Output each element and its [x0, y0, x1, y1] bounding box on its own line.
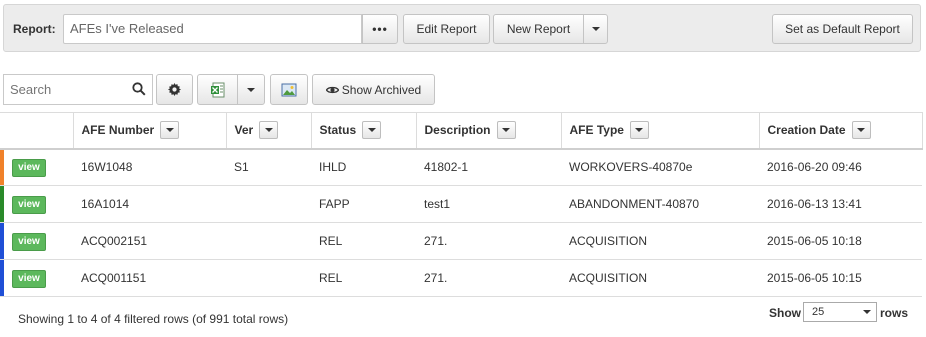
table-row: view 16A1014 FAPP test1 ABANDONMENT-4087… [0, 185, 922, 223]
view-button[interactable]: view [12, 195, 46, 214]
column-header-ver: Ver [226, 112, 312, 150]
row-actions-cell: view [0, 185, 73, 223]
report-browse-button[interactable]: ••• [362, 14, 398, 44]
description-cell: 271. [416, 259, 561, 297]
status-cell: IHLD [311, 148, 416, 186]
afe-number-cell: ACQ001151 [73, 259, 226, 297]
show-archived-button[interactable]: Show Archived [312, 74, 435, 105]
column-header-creation-date: Creation Date [759, 112, 923, 150]
column-menu-button[interactable] [160, 121, 180, 140]
creation-date-cell: 2015-06-05 10:18 [759, 222, 922, 260]
gear-icon [168, 83, 181, 96]
export-dropdown-button[interactable] [237, 74, 265, 105]
afe-type-cell: ACQUISITION [561, 222, 759, 260]
column-menu-button[interactable] [629, 121, 649, 140]
row-status-marker [0, 223, 4, 259]
row-status-marker [0, 260, 4, 296]
chevron-down-icon [502, 128, 511, 133]
ver-cell [226, 259, 311, 297]
status-cell: REL [311, 222, 416, 260]
row-actions-cell: view [0, 259, 73, 297]
chevron-down-icon [635, 128, 644, 133]
column-header-afe-number: AFE Number [73, 112, 227, 150]
afe-table: AFE Number Ver Status Description AFE Ty… [0, 112, 923, 297]
afe-type-cell: ACQUISITION [561, 259, 759, 297]
column-header-description: Description [416, 112, 562, 150]
column-label: AFE Type [569, 123, 624, 138]
edit-report-button[interactable]: Edit Report [403, 14, 490, 44]
set-default-report-button[interactable]: Set as Default Report [772, 14, 913, 44]
table-info-text: Showing 1 to 4 of 4 filtered rows (of 99… [18, 312, 289, 326]
view-button[interactable]: view [12, 232, 46, 251]
chevron-down-icon [591, 27, 600, 31]
row-actions-cell: view [0, 148, 73, 186]
status-cell: REL [311, 259, 416, 297]
column-label: Ver [234, 123, 254, 138]
creation-date-cell: 2016-06-13 13:41 [759, 185, 922, 223]
chevron-down-icon [247, 87, 255, 92]
table-row: view ACQ002151 REL 271. ACQUISITION 2015… [0, 222, 922, 260]
report-label: Report: [13, 22, 56, 36]
afe-type-cell: ABANDONMENT-40870 [561, 185, 759, 223]
table-row: view 16W1048 S1 IHLD 41802-1 WORKOVERS-4… [0, 148, 922, 186]
afe-number-cell: ACQ002151 [73, 222, 226, 260]
row-actions-cell: view [0, 222, 73, 260]
column-menu-button[interactable] [362, 121, 382, 140]
chevron-down-icon [857, 128, 866, 133]
row-status-marker [0, 186, 4, 222]
chevron-down-icon [264, 128, 273, 133]
export-excel-button[interactable] [197, 74, 238, 105]
description-cell: 271. [416, 222, 561, 260]
row-status-marker [0, 149, 4, 185]
new-report-dropdown-button[interactable] [583, 14, 608, 44]
ver-cell [226, 222, 311, 260]
column-label: AFE Number [81, 123, 155, 138]
settings-button[interactable] [156, 74, 193, 105]
column-label: Description [424, 123, 491, 138]
view-button[interactable]: view [12, 269, 46, 288]
search-icon[interactable] [132, 82, 146, 96]
afe-number-cell: 16W1048 [73, 148, 226, 186]
chevron-down-icon [165, 128, 174, 133]
afe-number-cell: 16A1014 [73, 185, 226, 223]
column-label: Creation Date [767, 123, 846, 138]
status-cell: FAPP [311, 185, 416, 223]
excel-icon [210, 82, 224, 97]
table-row: view ACQ001151 REL 271. ACQUISITION 2015… [0, 259, 922, 297]
report-name-field[interactable]: AFEs I've Released [63, 14, 362, 44]
column-menu-button[interactable] [259, 121, 279, 140]
search-box [3, 74, 153, 105]
description-cell: 41802-1 [416, 148, 561, 186]
chevron-down-icon [863, 310, 871, 314]
report-bar: Report: AFEs I've Released ••• Edit Repo… [3, 4, 921, 52]
column-header-status: Status [311, 112, 417, 150]
eye-icon [325, 86, 339, 93]
description-cell: test1 [416, 185, 561, 223]
picture-icon [281, 83, 297, 96]
search-input[interactable] [4, 75, 124, 104]
column-header-actions [0, 112, 74, 150]
page-size-select[interactable]: 25 [803, 302, 877, 322]
column-label: Status [319, 123, 357, 138]
afe-type-cell: WORKOVERS-40870e [561, 148, 759, 186]
column-header-afe-type: AFE Type [561, 112, 760, 150]
image-export-button[interactable] [270, 74, 308, 105]
show-archived-label: Show Archived [341, 82, 422, 97]
column-menu-button[interactable] [851, 121, 871, 140]
view-button[interactable]: view [12, 158, 46, 177]
ver-cell [226, 185, 311, 223]
column-menu-button[interactable] [496, 121, 516, 140]
page-size-suffix: rows [880, 306, 909, 320]
table-header-row: AFE Number Ver Status Description AFE Ty… [0, 112, 923, 150]
creation-date-cell: 2016-06-20 09:46 [759, 148, 922, 186]
ver-cell: S1 [226, 148, 311, 186]
page-size-value: 25 [812, 306, 825, 318]
chevron-down-icon [367, 128, 376, 133]
new-report-button[interactable]: New Report [493, 14, 584, 44]
creation-date-cell: 2015-06-05 10:15 [759, 259, 922, 297]
page-size-label: Show [769, 306, 801, 320]
